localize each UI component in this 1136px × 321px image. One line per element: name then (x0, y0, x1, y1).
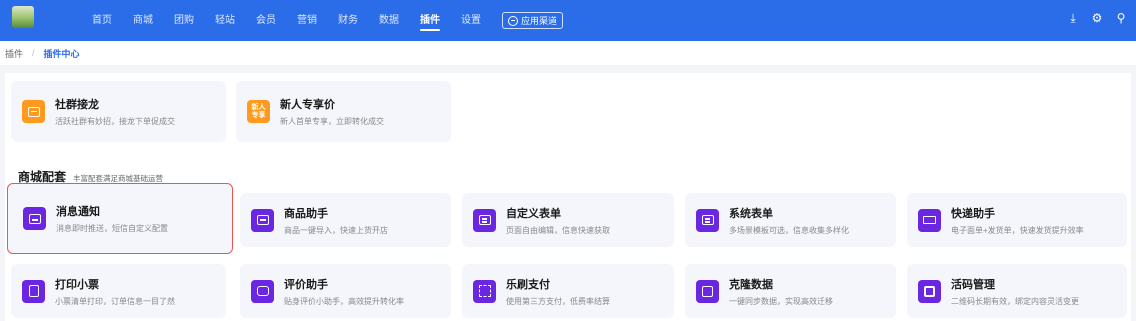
plugin-desc: 页面自由编辑，信息快速获取 (506, 225, 610, 235)
plugin-center-panel: 社群接龙 活跃社群有妙招，接龙下单促成交 新人 专享 新人专享价 新人首单专享，… (5, 65, 1131, 321)
nav-item-member[interactable]: 会员 (256, 0, 276, 41)
plugin-title: 商品助手 (284, 207, 328, 220)
plugin-card-system-form[interactable]: 系统表单 多场景模板可选，信息收集多样化 (685, 193, 896, 247)
plugin-title: 系统表单 (729, 207, 773, 220)
nav-item-settings[interactable]: 设置 (461, 0, 481, 41)
plugin-title: 打印小票 (55, 278, 99, 291)
nav-item-plugins[interactable]: 插件 (420, 0, 440, 41)
clone-data-icon (696, 279, 719, 303)
nav-item-data[interactable]: 数据 (379, 0, 399, 41)
plugin-card-clone-data[interactable]: 克隆数据 一键同步数据，实现高效迁移 (685, 264, 896, 318)
plugin-desc: 多场景模板可选，信息收集多样化 (729, 225, 849, 235)
plugin-title: 新人专享价 (280, 99, 335, 111)
plugin-desc: 小票清单打印，订单信息一目了然 (55, 296, 175, 306)
plugin-card-print-receipt[interactable]: 打印小票 小票清单打印，订单信息一目了然 (11, 264, 226, 318)
nav-item-marketing[interactable]: 营销 (297, 0, 317, 41)
app-channel-label: 应用渠道 (521, 16, 558, 26)
nav-item-finance[interactable]: 财务 (338, 0, 358, 41)
plugin-card-product-assistant[interactable]: 商品助手 商品一键导入，快速上货开店 (240, 193, 451, 247)
plugin-title: 自定义表单 (506, 207, 561, 220)
nav-item-groupbuy[interactable]: 团购 (174, 0, 194, 41)
channel-icon (508, 15, 518, 26)
breadcrumb: 插件 / 插件中心 (0, 41, 1136, 65)
top-tools: ⤓ ⚙ ⚲ (1066, 11, 1128, 26)
top-navbar: 首页 商城 团购 轻站 会员 营销 财务 数据 插件 设置 应用渠道 ⤓ ⚙ ⚲ (0, 0, 1136, 41)
download-icon[interactable]: ⤓ (1066, 11, 1080, 25)
plugin-title: 评价助手 (284, 278, 328, 291)
review-assistant-icon (251, 279, 274, 303)
print-receipt-icon (22, 279, 45, 303)
new-user-price-icon: 新人 专享 (247, 100, 270, 123)
plugin-card-review-assistant[interactable]: 评价助手 贴身评价小助手，高效提升转化率 (240, 264, 451, 318)
breadcrumb-plugin-center: 插件中心 (43, 48, 80, 59)
plugin-desc: 使用第三方支付，低费率结算 (506, 296, 610, 306)
plugin-card-new-user-price[interactable]: 新人 专享 新人专享价 新人首单专享，立即转化成交 (236, 81, 451, 142)
plugin-card-leshua-pay[interactable]: 乐刷支付 使用第三方支付，低费率结算 (462, 264, 674, 318)
group-chain-icon (22, 100, 45, 123)
plugin-desc: 新人首单专享，立即转化成交 (280, 117, 384, 126)
plugin-card-express-assistant[interactable]: 快递助手 电子面单+发货单，快速发货提升效率 (907, 193, 1127, 247)
nav-item-home[interactable]: 首页 (92, 0, 112, 41)
plugin-desc: 二维码长期有效，绑定内容灵活变更 (951, 296, 1079, 306)
plugin-title: 快递助手 (951, 207, 995, 220)
express-truck-icon (918, 208, 941, 232)
breadcrumb-plugins[interactable]: 插件 (5, 47, 23, 60)
store-logo[interactable] (12, 6, 34, 28)
plugin-title: 消息通知 (56, 206, 100, 218)
plugin-card-group-chain[interactable]: 社群接龙 活跃社群有妙招，接龙下单促成交 (11, 81, 226, 142)
plugin-title: 乐刷支付 (506, 278, 550, 291)
plugin-title: 社群接龙 (55, 99, 99, 111)
plugin-desc: 电子面单+发货单，快速发货提升效率 (951, 225, 1084, 235)
plugin-desc: 贴身评价小助手，高效提升转化率 (284, 296, 404, 306)
plugin-card-custom-form[interactable]: 自定义表单 页面自由编辑，信息快速获取 (462, 193, 674, 247)
plugin-card-live-qrcode[interactable]: 活码管理 二维码长期有效，绑定内容灵活变更 (907, 264, 1127, 318)
product-assistant-icon (251, 208, 274, 232)
system-form-icon (696, 208, 719, 232)
plugin-desc: 消息即时推送，短信自定义配置 (56, 224, 168, 233)
plugin-desc: 一键同步数据，实现高效迁移 (729, 296, 833, 306)
plugin-desc: 活跃社群有妙招，接龙下单促成交 (55, 117, 175, 126)
plugin-card-message-notify[interactable]: 消息通知 消息即时推送，短信自定义配置 (7, 183, 233, 254)
nav-item-mall[interactable]: 商城 (133, 0, 153, 41)
plugin-desc: 商品一键导入，快速上货开店 (284, 225, 388, 235)
message-notify-icon (23, 207, 46, 230)
live-qrcode-icon (918, 279, 941, 303)
leshua-pay-icon (473, 279, 496, 303)
plugin-title: 活码管理 (951, 278, 995, 291)
breadcrumb-separator: / (32, 48, 35, 58)
main-nav: 首页 商城 团购 轻站 会员 营销 财务 数据 插件 设置 应用渠道 (92, 0, 564, 41)
app-channel-button[interactable]: 应用渠道 (502, 12, 564, 29)
nav-item-lightsite[interactable]: 轻站 (215, 0, 235, 41)
user-icon[interactable]: ⚲ (1114, 11, 1128, 25)
plugin-title: 克隆数据 (729, 278, 773, 291)
settings-icon[interactable]: ⚙ (1090, 11, 1104, 25)
custom-form-icon (473, 208, 496, 232)
